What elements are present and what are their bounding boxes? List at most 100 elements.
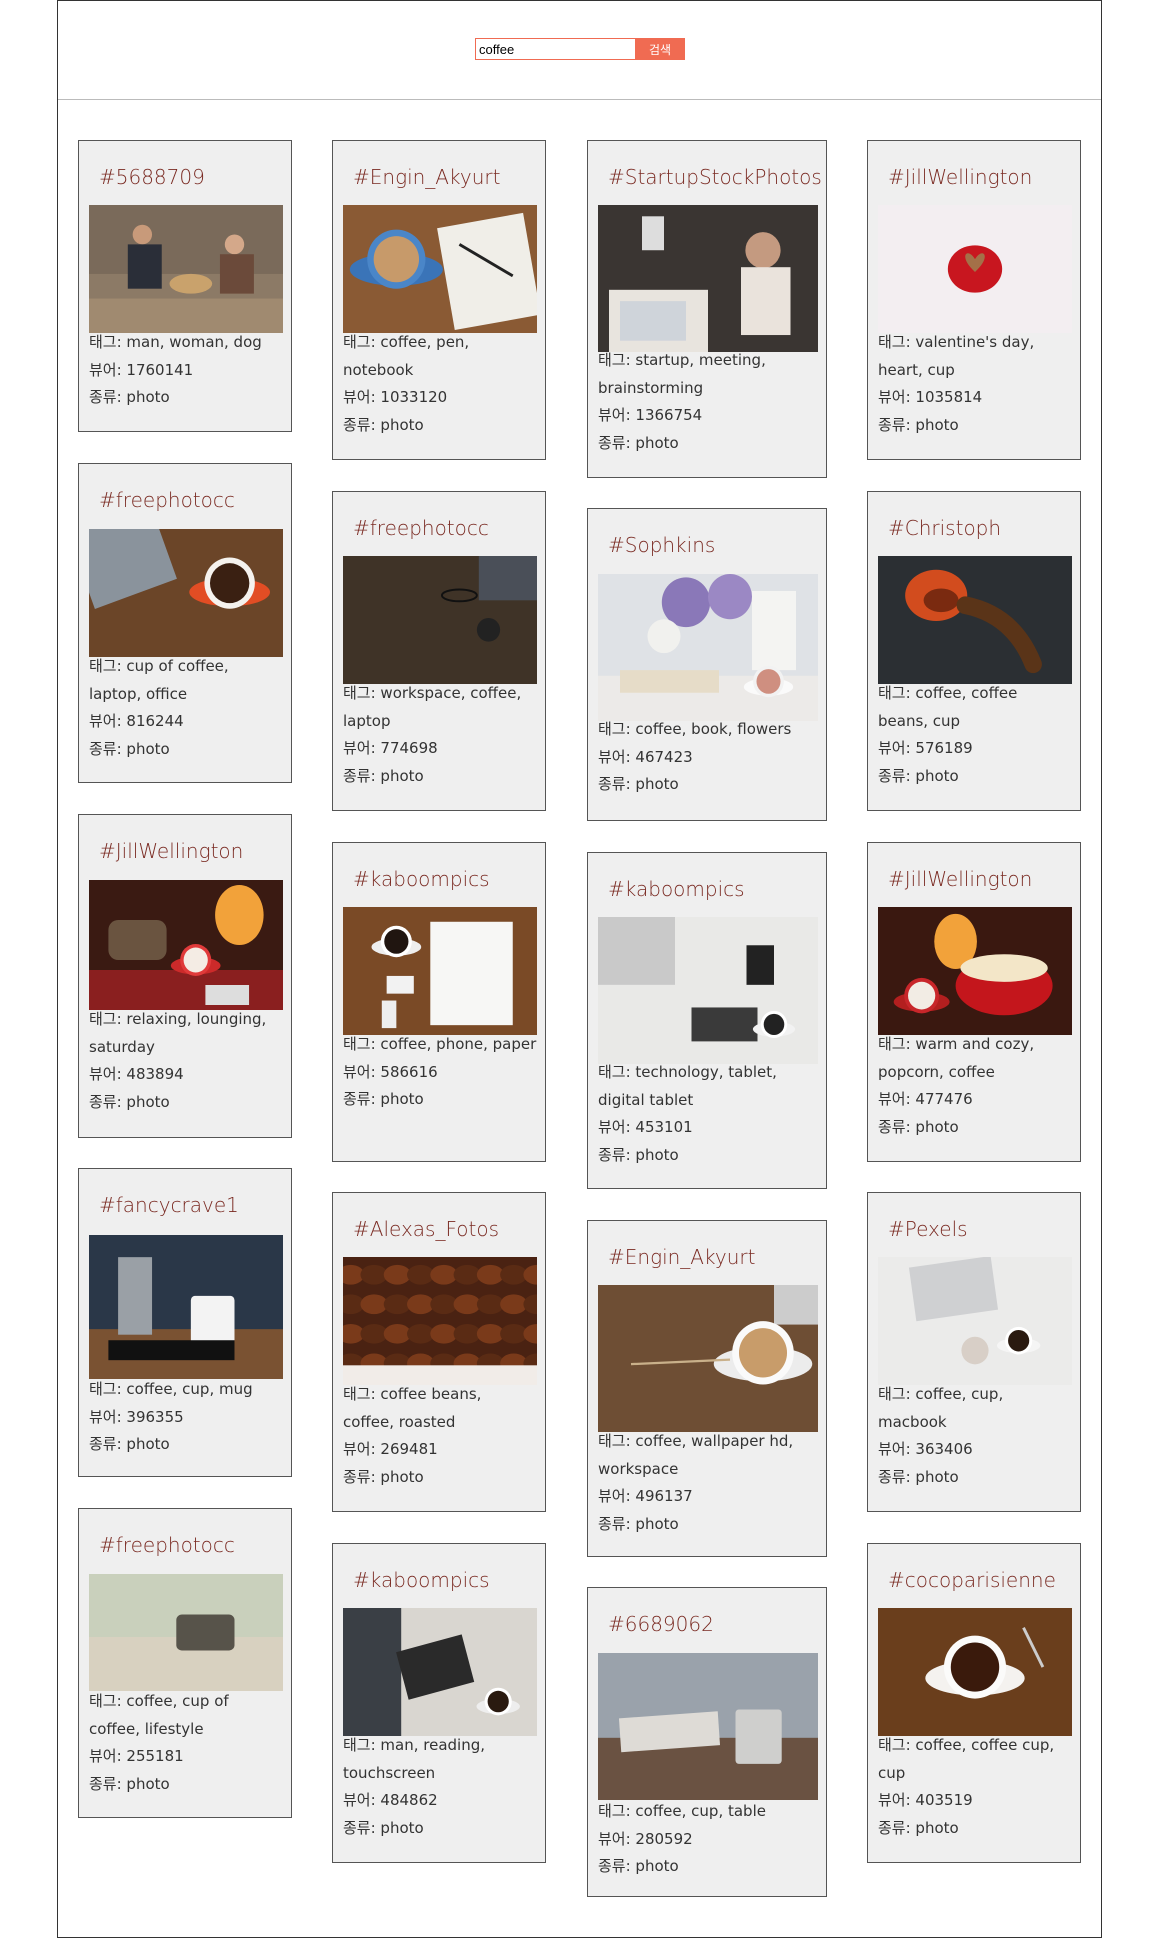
card-views: 뷰어: 1760141	[89, 360, 194, 379]
card-image[interactable]	[878, 556, 1072, 684]
card-image[interactable]	[598, 1285, 818, 1432]
image-card[interactable]: #Engin_Akyurt 태그: coffee, wallpaper hd, …	[587, 1220, 827, 1557]
card-type: 종류: photo	[89, 1435, 170, 1453]
card-tags: 태그: coffee, wallpaper hd, workspace	[598, 1432, 794, 1478]
image-card[interactable]: #Christoph 태그: coffee, coffee beans, cup 뷰…	[867, 491, 1081, 811]
card-views: 뷰어: 483894	[89, 1065, 184, 1083]
card-tags: 태그: relaxing, lounging, saturday	[89, 1010, 267, 1056]
card-meta: 태그: coffee, wallpaper hd, workspace 뷰어: 4…	[598, 1428, 818, 1538]
card-author: #freephotocc	[99, 488, 235, 512]
image-card[interactable]: #JillWellington 태그: warm and cozy, popco…	[867, 842, 1081, 1162]
card-image[interactable]	[89, 1574, 283, 1691]
card-type: 종류: photo	[343, 415, 424, 434]
card-views: 뷰어: 255181	[89, 1747, 184, 1765]
card-tags: 태그: cup of coffee, laptop, office	[89, 657, 229, 703]
card-meta: 태그: cup of coffee, laptop, office 뷰어: 816…	[89, 653, 283, 763]
card-type: 종류: photo	[343, 766, 424, 785]
card-views: 뷰어: 816244	[89, 712, 184, 730]
card-author: #JillWellington	[888, 867, 1033, 891]
card-image[interactable]	[89, 529, 283, 657]
card-views: 뷰어: 396355	[89, 1407, 184, 1426]
card-meta: 태그: startup, meeting, brainstorming 뷰어: 1…	[598, 347, 818, 457]
card-type: 종류: photo	[878, 766, 959, 785]
card-image[interactable]	[598, 917, 818, 1064]
card-author: #5688709	[99, 165, 205, 189]
card-views: 뷰어: 280592	[598, 1829, 693, 1848]
card-image[interactable]	[343, 556, 537, 684]
card-tags: 태그: coffee, coffee cup, cup	[878, 1736, 1055, 1782]
card-image[interactable]	[343, 907, 537, 1035]
image-card[interactable]: #5688709 태그: man, woman, dog 뷰어: 1760141 종류…	[78, 140, 292, 432]
card-author: #6689062	[608, 1612, 714, 1636]
search-button[interactable]: 검색	[635, 38, 685, 60]
card-meta: 태그: technology, tablet, digital tablet 뷰어…	[598, 1059, 818, 1169]
card-tags: 태그: coffee, pen, notebook	[343, 333, 470, 379]
image-card[interactable]: #kaboompics 태그: technology, tablet, digi…	[587, 852, 827, 1189]
image-card[interactable]: #Alexas_Fotos 태그: coffee beans, coffee, r…	[332, 1192, 546, 1512]
card-type: 종류: photo	[343, 1090, 424, 1108]
card-image[interactable]	[598, 205, 818, 352]
image-card[interactable]: #JillWellington 태그: relaxing, lounging, …	[78, 814, 292, 1138]
image-card[interactable]: #freephotocc 태그: coffee, cup of coffee, l…	[78, 1508, 292, 1818]
card-tags: 태그: coffee, phone, paper	[343, 1035, 537, 1053]
card-tags: 태그: man, reading, touchscreen	[343, 1736, 486, 1782]
card-type: 종류: photo	[878, 1117, 959, 1136]
card-views: 뷰어: 403519	[878, 1791, 973, 1809]
card-views: 뷰어: 467423	[598, 747, 693, 766]
card-meta: 태그: coffee, cup of coffee, lifestyle 뷰어: …	[89, 1688, 283, 1798]
image-card[interactable]: #Sophkins 태그: coffee, book, flowers 뷰어: 4…	[587, 508, 827, 821]
card-image[interactable]	[878, 205, 1072, 333]
card-meta: 태그: relaxing, lounging, saturday 뷰어: 4838…	[89, 1006, 283, 1116]
header: 검색	[58, 1, 1101, 100]
card-meta: 태그: coffee beans, coffee, roasted 뷰어: 269…	[343, 1381, 537, 1491]
card-meta: 태그: coffee, coffee beans, cup 뷰어: 576189 종…	[878, 680, 1072, 790]
card-image[interactable]	[878, 1257, 1072, 1385]
card-image[interactable]	[89, 205, 283, 333]
card-image[interactable]	[598, 1653, 818, 1800]
image-card[interactable]: #freephotocc 태그: cup of coffee, laptop, …	[78, 463, 292, 783]
image-card[interactable]: #Pexels 태그: coffee, cup, macbook 뷰어: 3634…	[867, 1192, 1081, 1512]
card-image[interactable]	[89, 1235, 283, 1379]
search-input[interactable]	[475, 38, 635, 60]
card-type: 종류: photo	[598, 775, 679, 793]
card-image[interactable]	[89, 880, 283, 1010]
card-author: #freephotocc	[99, 1533, 235, 1557]
card-meta: 태그: coffee, phone, paper 뷰어: 586616 종류: ph…	[343, 1031, 537, 1114]
card-type: 종류: photo	[878, 1818, 959, 1837]
card-type: 종류: photo	[89, 388, 170, 406]
card-author: #kaboompics	[353, 1568, 490, 1592]
image-card[interactable]: #kaboompics 태그: man, reading, touchscree…	[332, 1543, 546, 1863]
card-type: 종류: photo	[598, 433, 679, 452]
card-author: #JillWellington	[99, 839, 244, 863]
card-type: 종류: photo	[89, 1774, 170, 1793]
card-meta: 태그: coffee, pen, notebook 뷰어: 1033120 종류: …	[343, 329, 537, 439]
image-card[interactable]: #kaboompics 태그: coffee, phone, paper 뷰어: …	[332, 842, 546, 1162]
card-tags: 태그: startup, meeting, brainstorming	[598, 351, 766, 397]
image-card[interactable]: #StartupStockPhotos 태그: startup, meeting,…	[587, 140, 827, 478]
card-type: 종류: photo	[878, 1467, 959, 1486]
card-tags: 태그: coffee, cup of coffee, lifestyle	[89, 1692, 229, 1738]
card-tags: 태그: coffee beans, coffee, roasted	[343, 1385, 482, 1431]
image-card[interactable]: #freephotocc 태그: workspace, coffee, lapto…	[332, 491, 546, 811]
image-card[interactable]: #fancycrave1 태그: coffee, cup, mug 뷰어: 3963…	[78, 1168, 292, 1477]
card-tags: 태그: coffee, book, flowers	[598, 720, 792, 738]
card-meta: 태그: coffee, cup, mug 뷰어: 396355 종류: photo	[89, 1376, 283, 1459]
image-card[interactable]: #Engin_Akyurt 태그: coffee, pen, notebook 뷰…	[332, 140, 546, 460]
card-image[interactable]	[343, 1608, 537, 1736]
card-image[interactable]	[343, 1257, 537, 1385]
image-card[interactable]: #cocoparisienne 태그: coffee, coffee cup, …	[867, 1543, 1081, 1863]
card-views: 뷰어: 363406	[878, 1440, 973, 1458]
card-image[interactable]	[343, 205, 537, 333]
card-image[interactable]	[878, 1608, 1072, 1736]
card-type: 종류: photo	[598, 1857, 679, 1875]
card-author: #Christoph	[888, 516, 1002, 540]
card-tags: 태그: warm and cozy, popcorn, coffee	[878, 1035, 1035, 1081]
image-card[interactable]: #JillWellington 태그: valentine's day, hear…	[867, 140, 1081, 460]
card-image[interactable]	[598, 574, 818, 721]
card-meta: 태그: valentine's day, heart, cup 뷰어: 10358…	[878, 329, 1072, 439]
card-author: #kaboompics	[353, 867, 490, 891]
card-type: 종류: photo	[878, 415, 959, 434]
card-views: 뷰어: 1033120	[343, 388, 448, 406]
image-card[interactable]: #6689062 태그: coffee, cup, table 뷰어: 280592…	[587, 1587, 827, 1897]
card-image[interactable]	[878, 907, 1072, 1035]
